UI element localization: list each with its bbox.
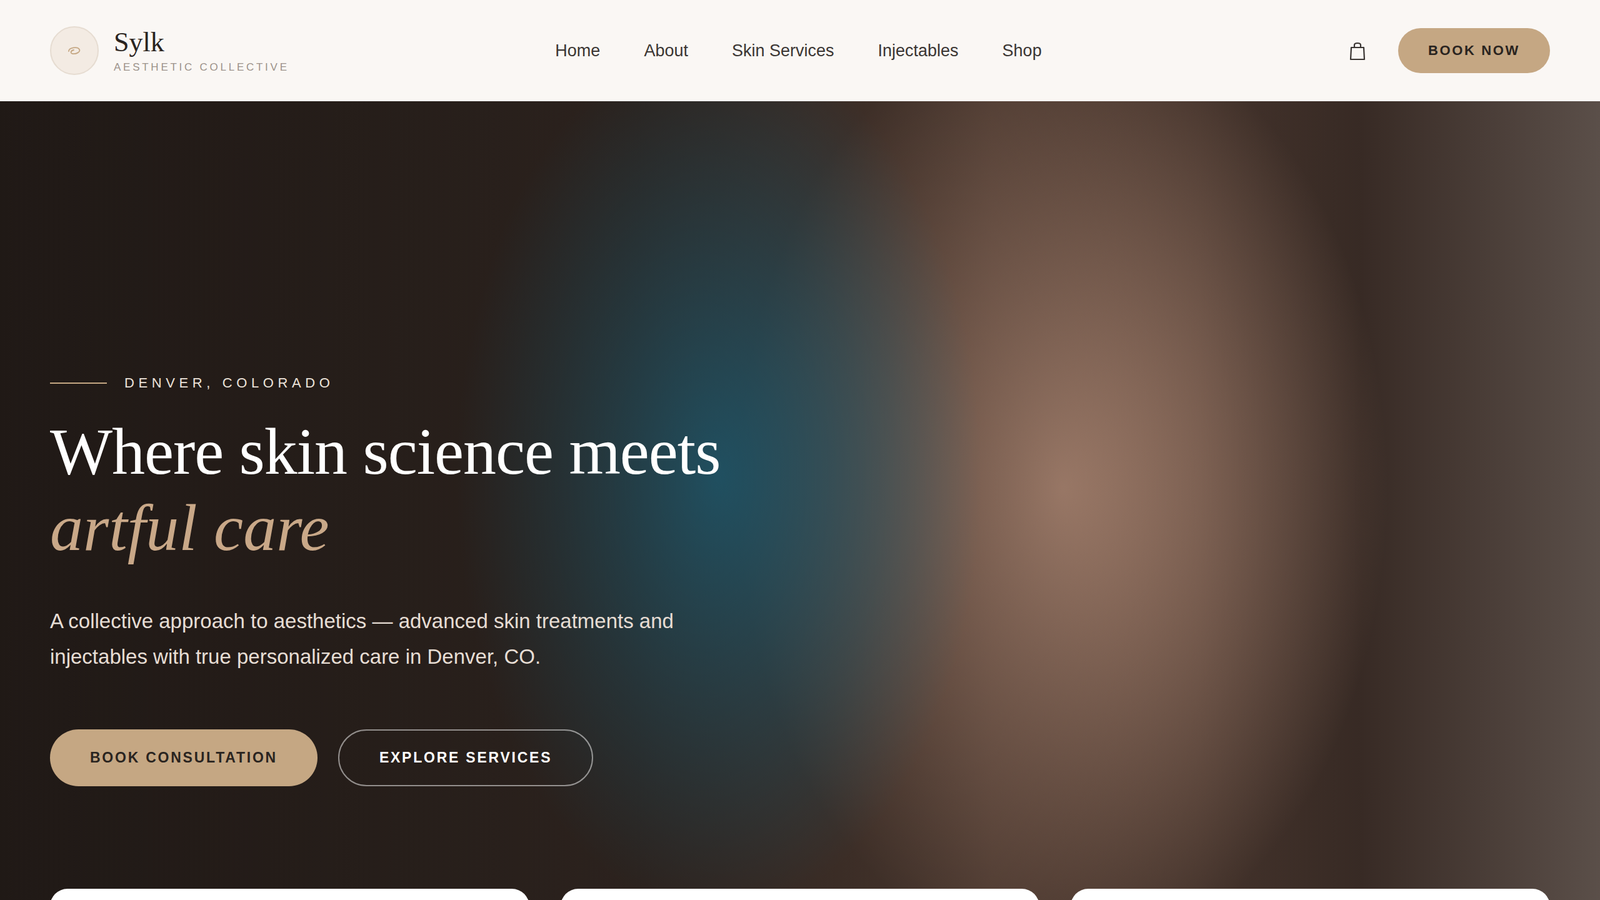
feature-card[interactable] bbox=[560, 888, 1040, 900]
page: Sylk AESTHETIC COLLECTIVE Home About Skin Se… bbox=[0, 0, 1600, 900]
hero-content: DENVER, COLORADO Where skin science meets… bbox=[50, 101, 925, 787]
hero-buttons: BOOK CONSULTATION EXPLORE SERVICES bbox=[50, 729, 925, 787]
hero-title-accent: artful care bbox=[50, 490, 925, 567]
site-header: Sylk AESTHETIC COLLECTIVE Home About Skin Se… bbox=[0, 0, 1600, 102]
hero-description: A collective approach to aesthetics — ad… bbox=[50, 603, 750, 675]
location-eyebrow: DENVER, COLORADO bbox=[50, 375, 925, 392]
nav-item[interactable]: Home bbox=[555, 41, 600, 61]
logo-icon bbox=[50, 26, 99, 75]
nav-item[interactable]: About bbox=[643, 41, 689, 61]
swirl-icon bbox=[63, 40, 85, 62]
nav-item[interactable]: Injectables bbox=[878, 41, 959, 61]
explore-services-button[interactable]: EXPLORE SERVICES bbox=[338, 729, 594, 787]
feature-cards bbox=[50, 888, 1550, 900]
brand-logo[interactable]: Sylk AESTHETIC COLLECTIVE bbox=[50, 26, 375, 75]
hero-title: Where skin science meetsartful care bbox=[50, 413, 925, 567]
eyebrow-line bbox=[50, 382, 107, 384]
brand-text: Sylk AESTHETIC COLLECTIVE bbox=[113, 27, 290, 74]
brand-tagline: AESTHETIC COLLECTIVE bbox=[113, 61, 290, 74]
nav-item[interactable]: Skin Services bbox=[731, 41, 835, 61]
brand-name: Sylk bbox=[113, 27, 290, 58]
book-consultation-button[interactable]: BOOK CONSULTATION bbox=[50, 729, 318, 787]
cart-button[interactable] bbox=[1346, 39, 1369, 62]
book-now-button[interactable]: BOOK NOW bbox=[1398, 28, 1550, 74]
header-actions: BOOK NOW bbox=[1346, 28, 1550, 74]
shopping-bag-icon bbox=[1346, 39, 1369, 62]
feature-card[interactable] bbox=[1070, 888, 1550, 900]
hero: DENVER, COLORADO Where skin science meets… bbox=[0, 101, 1600, 900]
nav-item[interactable]: Shop bbox=[1002, 41, 1042, 61]
eyebrow-text: DENVER, COLORADO bbox=[124, 375, 334, 392]
main-nav: Home About Skin Services Injectables Shop bbox=[375, 41, 1347, 61]
hero-title-main: Where skin science meets bbox=[50, 413, 925, 490]
feature-card[interactable] bbox=[50, 888, 530, 900]
